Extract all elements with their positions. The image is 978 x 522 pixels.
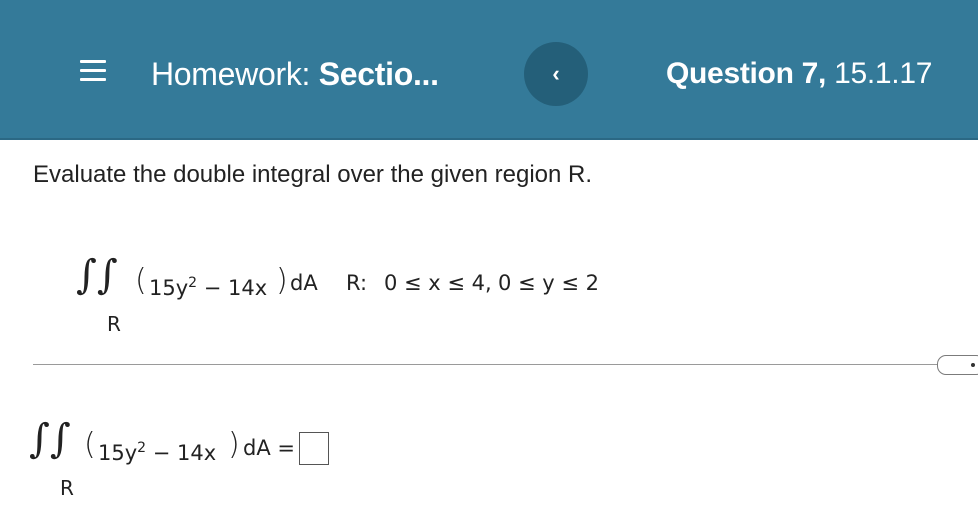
left-paren: ( — [135, 263, 147, 298]
back-button[interactable]: ‹ — [524, 42, 588, 106]
answer-integrand-base: 15y — [98, 441, 138, 465]
answer-double-integral-symbol: ∫∫ — [29, 416, 71, 462]
double-integral-symbol: ∫∫ — [76, 252, 118, 298]
answer-right-paren: ) — [228, 427, 240, 462]
answer-region-subscript: R — [60, 476, 74, 500]
homework-title[interactable]: Homework: Sectio... — [151, 55, 439, 93]
question-number: 15.1.17 — [834, 57, 933, 90]
chevron-left-icon: ‹ — [552, 61, 560, 86]
region-x-bounds: 0 ≤ x ≤ 4, — [384, 271, 492, 295]
answer-differential: dA = — [243, 436, 295, 460]
differential: dA — [290, 271, 318, 295]
question-label: Question 7, 15.1.17 — [666, 55, 932, 93]
right-paren: ) — [276, 263, 288, 298]
region-subscript: R — [107, 312, 121, 336]
header-bar: Homework: Sectio... ‹ Question 7, 15.1.1… — [0, 0, 978, 140]
hamburger-menu-icon[interactable] — [80, 57, 108, 85]
integrand-base: 15y — [149, 276, 189, 300]
answer-input[interactable] — [299, 432, 329, 465]
homework-section-name: Sectio... — [318, 56, 439, 92]
answer-left-paren: ( — [84, 427, 96, 462]
region-label: R: — [346, 271, 368, 295]
homework-title-prefix: Homework: — [151, 56, 311, 92]
region-y-bounds: 0 ≤ y ≤ 2 — [498, 271, 600, 295]
integrand-rest: − 14x — [197, 276, 268, 300]
integrand-exponent: 2 — [188, 275, 198, 291]
answer-integrand-rest: − 14x — [146, 441, 217, 465]
problem-prompt: Evaluate the double integral over the gi… — [33, 161, 593, 188]
section-divider — [33, 364, 945, 365]
answer-integrand: 15y2 − 14x — [98, 436, 216, 465]
integrand: 15y2 − 14x — [149, 271, 267, 300]
answer-integrand-exponent: 2 — [137, 440, 147, 456]
divider-drag-handle[interactable] — [937, 355, 978, 375]
question-prefix: Question 7, — [666, 57, 827, 90]
